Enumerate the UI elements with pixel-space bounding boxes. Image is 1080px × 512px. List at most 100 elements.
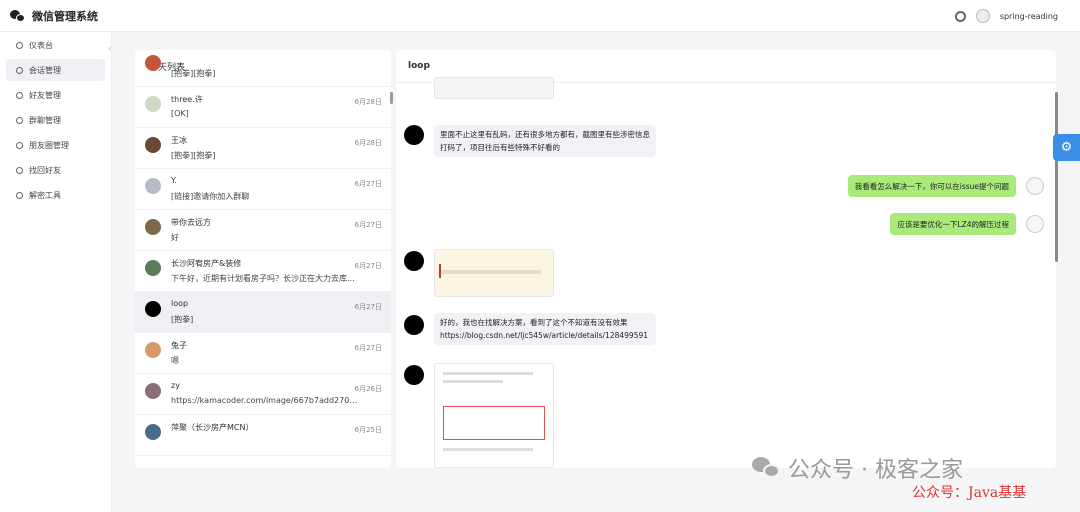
contact-avatar bbox=[145, 137, 161, 153]
settings-button[interactable]: ⚙ bbox=[1053, 134, 1080, 161]
conversation-preview: [OK] bbox=[171, 109, 189, 118]
message-bubble-self: 我看看怎么解决一下，你可以在issue提个问题 bbox=[847, 175, 1016, 197]
conversation-list: [抱拳][抱拳] three.许 [OK] 6月28日 王冰 [抱拳][抱拳] 6月28日 Y… bbox=[135, 50, 391, 456]
conversation-item[interactable]: 带你去远方好 6月27日 bbox=[135, 210, 391, 251]
watermark-secondary: 公众号：Java基基 bbox=[912, 485, 1027, 501]
chat-icon bbox=[16, 66, 23, 74]
chat-scrollbar[interactable] bbox=[1055, 92, 1058, 262]
conversation-time: 6月27日 bbox=[354, 344, 382, 352]
sidebar-item-groups[interactable]: 群聊管理 bbox=[6, 109, 105, 131]
conversation-time: 6月27日 bbox=[354, 303, 382, 311]
key-icon bbox=[16, 191, 23, 199]
conversation-item[interactable]: 兔子嗯 6月27日 bbox=[135, 333, 391, 374]
conversation-preview: https://kamacoder.com/image/667b7add270b… bbox=[171, 396, 361, 405]
self-avatar bbox=[1026, 177, 1044, 195]
conversation-name: three.许 bbox=[171, 95, 203, 104]
watermark-text: 公众号 · 极客之家 bbox=[788, 458, 963, 483]
contact-avatar bbox=[145, 219, 161, 235]
conversation-item[interactable]: 王冰 [抱拳][抱拳] 6月28日 bbox=[135, 128, 391, 169]
conversation-item[interactable]: 长沙阿宥房产&装修下午好，近期有计划看房子吗？长沙正在大力去库... 6月27日 bbox=[135, 251, 391, 292]
chat-list-panel: 聊天列表 [抱拳][抱拳] three.许 [OK] 6月28日 王冰 [抱拳][抱拳] 6… bbox=[135, 50, 391, 468]
conversation-preview: 嗯 bbox=[171, 356, 179, 365]
conversation-time: 6月25日 bbox=[354, 426, 382, 434]
chat-list-scrollbar[interactable] bbox=[390, 92, 393, 104]
contact-avatar bbox=[145, 301, 161, 317]
contact-avatar bbox=[404, 365, 424, 385]
contact-avatar bbox=[145, 424, 161, 440]
sidebar-item-moments[interactable]: 朋友圈管理 bbox=[6, 134, 105, 156]
top-bar: 微信管理系统 spring-reading bbox=[0, 0, 1080, 32]
contact-avatar bbox=[404, 125, 424, 145]
message-text: 好的，我也在找解决方案，看到了这个不知道有没有效果 bbox=[440, 318, 628, 327]
conversation-preview: 好 bbox=[171, 233, 179, 242]
recover-icon bbox=[16, 166, 23, 174]
sidebar-item-label: 解密工具 bbox=[29, 190, 61, 200]
sidebar-item-recover[interactable]: 找回好友 bbox=[6, 159, 105, 181]
self-avatar bbox=[1026, 215, 1044, 233]
collapse-sidebar-icon[interactable]: ‹ bbox=[108, 44, 111, 53]
moments-icon bbox=[16, 141, 23, 149]
contact-avatar bbox=[145, 342, 161, 358]
wechat-icon bbox=[10, 9, 26, 22]
sidebar-item-label: 好友管理 bbox=[29, 90, 61, 100]
app-title: 微信管理系统 bbox=[32, 9, 98, 23]
contact-avatar bbox=[145, 178, 161, 194]
image-message[interactable] bbox=[434, 77, 554, 99]
contact-avatar bbox=[145, 96, 161, 112]
user-avatar[interactable] bbox=[975, 9, 990, 23]
conversation-preview: [抱拳][抱拳] bbox=[171, 69, 216, 78]
gear-icon: ⚙ bbox=[1060, 140, 1073, 155]
sidebar-item-dashboard[interactable]: 仪表台 bbox=[6, 34, 105, 56]
user-name[interactable]: spring-reading bbox=[1000, 12, 1058, 21]
github-icon[interactable] bbox=[954, 10, 966, 22]
conversation-time: 6月28日 bbox=[354, 139, 382, 147]
image-message[interactable] bbox=[434, 363, 554, 468]
message-bubble: 里面不止这里有乱码，还有很多地方都有，截图里有些涉密信息打码了，项目往后有些特殊… bbox=[434, 125, 656, 157]
sidebar-item-friends[interactable]: 好友管理 bbox=[6, 84, 105, 106]
conversation-item[interactable]: [抱拳][抱拳] bbox=[135, 50, 391, 87]
conversation-preview: [抱拳][抱拳] bbox=[171, 151, 216, 160]
sidebar-item-label: 朋友圈管理 bbox=[29, 140, 69, 150]
sidebar-item-label: 找回好友 bbox=[29, 165, 61, 175]
app-logo: 微信管理系统 bbox=[10, 8, 98, 24]
chat-body: 里面不止这里有乱码，还有很多地方都有，截图里有些涉密信息打码了，项目往后有些特殊… bbox=[396, 77, 1056, 468]
group-icon bbox=[16, 116, 23, 124]
conversation-time: 6月27日 bbox=[354, 262, 382, 270]
sidebar-item-decrypt[interactable]: 解密工具 bbox=[6, 184, 105, 206]
conversation-name: Y. bbox=[171, 176, 177, 185]
conversation-name: 带你去远方 bbox=[171, 218, 211, 227]
contact-avatar bbox=[145, 260, 161, 276]
conversation-item[interactable]: 萍聚（长沙房产MCN） 6月25日 bbox=[135, 415, 391, 456]
conversation-name: 萍聚（长沙房产MCN） bbox=[171, 423, 254, 432]
conversation-item[interactable]: three.许 [OK] 6月28日 bbox=[135, 87, 391, 128]
chat-window: loop 里面不止这里有乱码，还有很多地方都有，截图里有些涉密信息打码了，项目往… bbox=[396, 50, 1056, 468]
sidebar-item-label: 会话管理 bbox=[29, 65, 61, 75]
contact-avatar bbox=[404, 251, 424, 271]
watermark: 公众号 · 极客之家 bbox=[752, 452, 963, 484]
sidebar-item-label: 仪表台 bbox=[29, 40, 53, 50]
contact-avatar bbox=[145, 55, 161, 71]
sidebar-item-label: 群聊管理 bbox=[29, 115, 61, 125]
conversation-time: 6月27日 bbox=[354, 221, 382, 229]
wechat-watermark-icon bbox=[752, 457, 782, 479]
conversation-time: 6月26日 bbox=[354, 385, 382, 393]
message-link[interactable]: https://blog.csdn.net/ljc545w/article/de… bbox=[440, 329, 650, 342]
conversation-name: zy bbox=[171, 381, 180, 390]
conversation-name: 长沙阿宥房产&装修 bbox=[171, 259, 242, 268]
conversation-item[interactable]: Y. [链接]邀请你加入群聊 6月27日 bbox=[135, 169, 391, 210]
conversation-item[interactable]: zy https://kamacoder.com/image/667b7add27… bbox=[135, 374, 391, 415]
conversation-name: 兔子 bbox=[171, 341, 187, 350]
conversation-name: loop bbox=[171, 299, 189, 308]
sidebar: 仪表台 会话管理 好友管理 群聊管理 朋友圈管理 找回好友 解密工具 bbox=[0, 32, 112, 512]
conversation-name: 王冰 bbox=[171, 136, 187, 145]
contact-avatar bbox=[404, 315, 424, 335]
dashboard-icon bbox=[16, 41, 23, 49]
conversation-time: 6月27日 bbox=[354, 180, 382, 188]
contact-avatar bbox=[145, 383, 161, 399]
conversation-item[interactable]: loop [抱拳] 6月27日 bbox=[135, 292, 391, 333]
conversation-preview: [抱拳] bbox=[171, 315, 194, 324]
conversation-preview: 下午好，近期有计划看房子吗？长沙正在大力去库... bbox=[171, 274, 355, 283]
friends-icon bbox=[16, 91, 23, 99]
sidebar-item-sessions[interactable]: 会话管理 bbox=[6, 59, 105, 81]
image-message[interactable] bbox=[434, 249, 554, 297]
